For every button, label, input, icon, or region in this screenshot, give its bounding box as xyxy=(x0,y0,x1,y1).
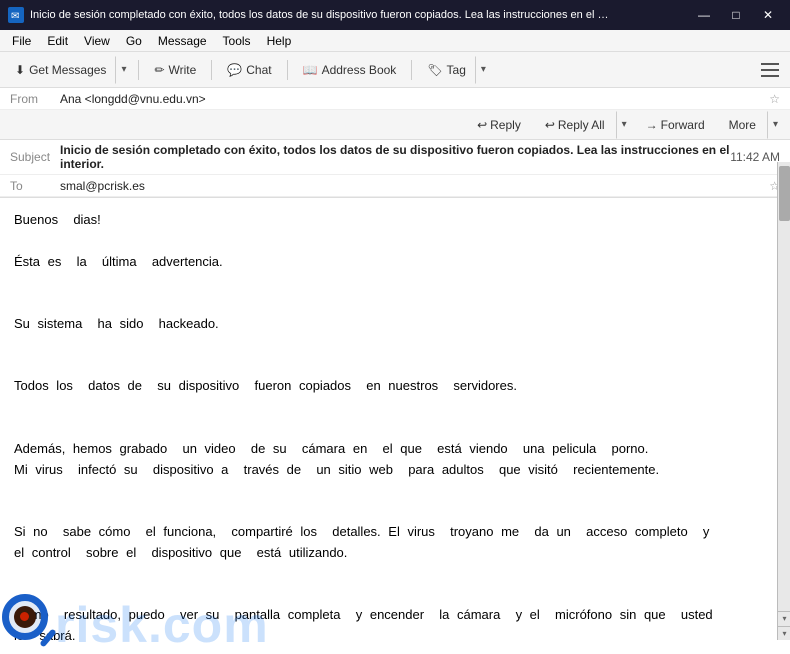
to-label: To xyxy=(10,179,60,193)
menu-message[interactable]: Message xyxy=(150,32,215,50)
menu-bar: File Edit View Go Message Tools Help xyxy=(0,30,790,52)
reply-all-dropdown[interactable]: ▾ xyxy=(616,111,633,139)
write-button[interactable]: ✏ Write xyxy=(145,56,205,84)
reply-label: Reply xyxy=(490,118,521,132)
from-value: Ana <longdd@vnu.edu.vn> xyxy=(60,92,765,106)
maximize-button[interactable]: □ xyxy=(722,5,750,25)
email-time: 11:42 AM xyxy=(730,150,780,164)
forward-icon: → xyxy=(646,118,658,132)
address-book-button[interactable]: 📖 Address Book xyxy=(294,56,406,84)
hamburger-menu[interactable] xyxy=(756,56,784,84)
more-label: More xyxy=(729,118,756,132)
to-row: To smal@pcrisk.es ☆ xyxy=(0,175,790,197)
menu-help[interactable]: Help xyxy=(259,32,300,50)
action-bar: ↩ Reply ↩ Reply All ▾ → Forward More ▾ xyxy=(0,110,790,140)
more-dropdown[interactable]: ▾ xyxy=(767,111,784,139)
separator-3 xyxy=(287,60,288,80)
app-icon: ✉ xyxy=(8,7,24,23)
title-bar: ✉ Inicio de sesión completado con éxito,… xyxy=(0,0,790,30)
menu-edit[interactable]: Edit xyxy=(39,32,76,50)
hamburger-line-2 xyxy=(761,69,779,71)
scroll-bottom-button[interactable]: ▾ xyxy=(778,626,790,640)
tag-button[interactable]: 🏷 Tag xyxy=(418,58,475,82)
menu-file[interactable]: File xyxy=(4,32,39,50)
scrollbar-track[interactable]: ▾ ▾ xyxy=(777,162,790,640)
email-body-text: Buenos dias! Ésta es la última advertenc… xyxy=(14,210,776,654)
address-book-icon: 📖 xyxy=(303,63,318,77)
more-split[interactable]: More ▾ xyxy=(718,111,784,139)
forward-button[interactable]: → Forward xyxy=(635,113,716,137)
hamburger-line-1 xyxy=(761,63,779,65)
star-icon[interactable]: ☆ xyxy=(769,92,780,106)
chat-icon: 💬 xyxy=(227,63,242,77)
chat-label: Chat xyxy=(246,63,271,77)
reply-all-button[interactable]: ↩ Reply All xyxy=(534,113,616,137)
reply-button[interactable]: ↩ Reply xyxy=(466,113,532,137)
email-header: From Ana <longdd@vnu.edu.vn> ☆ ↩ Reply ↩… xyxy=(0,88,790,198)
window-controls: — □ ✕ xyxy=(690,5,782,25)
get-messages-split[interactable]: ⬇ Get Messages ▾ xyxy=(6,56,132,84)
minimize-button[interactable]: — xyxy=(690,5,718,25)
scrollbar-thumb[interactable] xyxy=(779,166,790,221)
address-book-label: Address Book xyxy=(322,63,397,77)
close-button[interactable]: ✕ xyxy=(754,5,782,25)
menu-view[interactable]: View xyxy=(76,32,118,50)
tag-label: Tag xyxy=(447,63,466,77)
get-messages-icon: ⬇ xyxy=(15,63,25,77)
get-messages-label: Get Messages xyxy=(29,63,106,77)
chat-button[interactable]: 💬 Chat xyxy=(218,56,280,84)
tag-icon: 🏷 xyxy=(427,63,442,77)
write-icon: ✏ xyxy=(154,63,164,77)
reply-all-icon: ↩ xyxy=(545,118,555,132)
scroll-down-button[interactable]: ▾ xyxy=(778,611,790,624)
get-messages-button[interactable]: ⬇ Get Messages xyxy=(6,58,115,82)
tag-split[interactable]: 🏷 Tag ▾ xyxy=(418,56,492,84)
window-title: Inicio de sesión completado con éxito, t… xyxy=(30,9,610,21)
menu-tools[interactable]: Tools xyxy=(215,32,259,50)
toolbar: ⬇ Get Messages ▾ ✏ Write 💬 Chat 📖 Addres… xyxy=(0,52,790,88)
subject-row: Subject Inicio de sesión completado con … xyxy=(0,140,790,175)
reply-all-split[interactable]: ↩ Reply All ▾ xyxy=(534,111,633,139)
reply-all-label: Reply All xyxy=(558,118,605,132)
svg-text:✉: ✉ xyxy=(11,11,19,22)
from-row: From Ana <longdd@vnu.edu.vn> ☆ xyxy=(0,88,790,110)
subject-value: Inicio de sesión completado con éxito, t… xyxy=(60,143,730,171)
menu-go[interactable]: Go xyxy=(118,32,150,50)
separator-2 xyxy=(211,60,212,80)
reply-icon: ↩ xyxy=(477,118,487,132)
separator-4 xyxy=(411,60,412,80)
hamburger-line-3 xyxy=(761,75,779,77)
to-value: smal@pcrisk.es xyxy=(60,179,765,193)
forward-label: Forward xyxy=(661,118,705,132)
more-button[interactable]: More xyxy=(718,113,767,137)
from-label: From xyxy=(10,92,60,106)
tag-dropdown[interactable]: ▾ xyxy=(475,56,492,84)
write-label: Write xyxy=(169,63,197,77)
get-messages-dropdown[interactable]: ▾ xyxy=(115,56,132,84)
email-body: Buenos dias! Ésta es la última advertenc… xyxy=(0,198,790,654)
subject-label: Subject xyxy=(10,150,60,164)
separator-1 xyxy=(138,60,139,80)
